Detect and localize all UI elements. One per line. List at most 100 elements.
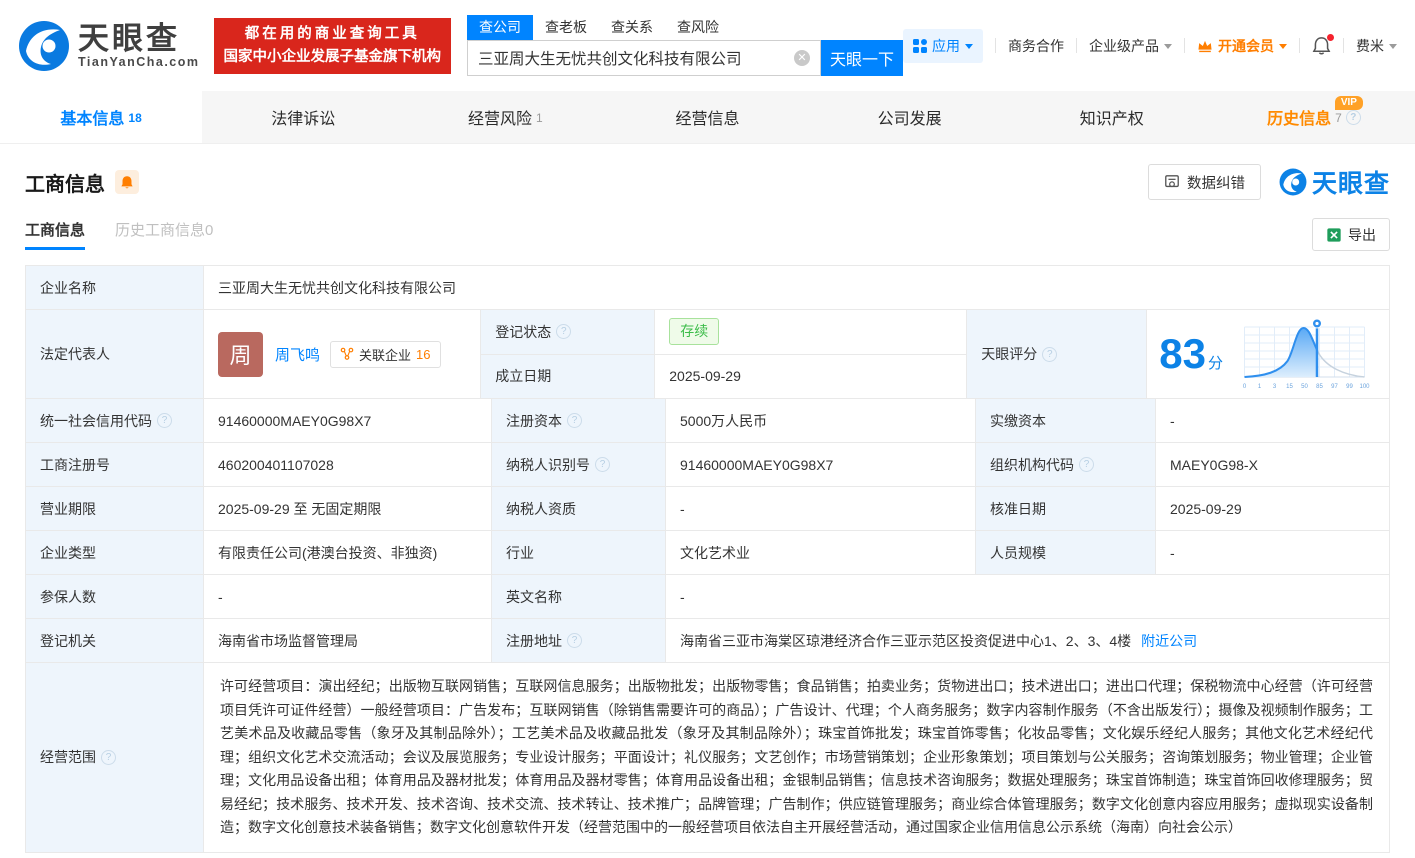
registration-info-table: 企业名称 三亚周大生无忧共创文化科技有限公司 法定代表人 周 周飞鸣 关联企业 …: [25, 265, 1390, 853]
company-type-label: 企业类型: [26, 531, 204, 574]
notifications-bell[interactable]: [1312, 33, 1334, 56]
help-icon[interactable]: [1079, 457, 1094, 472]
help-icon[interactable]: [157, 413, 172, 428]
industry-value: 文化艺术业: [666, 531, 976, 574]
search-area: 查公司 查老板 查关系 查风险 ✕ 天眼一下: [467, 15, 903, 76]
score-value: 83: [1159, 330, 1206, 377]
related-companies-count: 16: [416, 346, 431, 362]
company-name-label: 企业名称: [26, 266, 204, 309]
staff-size-value: -: [1170, 544, 1175, 561]
english-name-label: 英文名称: [492, 575, 666, 618]
score-label: 天眼评分: [967, 310, 1148, 398]
nav-apps[interactable]: 应用: [903, 28, 983, 63]
paid-capital-value: -: [1170, 412, 1175, 429]
chevron-down-icon: [1279, 44, 1287, 49]
insured-count-label: 参保人数: [26, 575, 204, 618]
legal-rep-cell: 周 周飞鸣 关联企业 16: [204, 310, 482, 398]
reg-address-cell: 海南省三亚市海棠区琼港经济合作三亚示范区投资促进中心1、2、3、4楼 附近公司: [666, 619, 1389, 662]
reg-address-value: 海南省三亚市海棠区琼港经济合作三亚示范区投资促进中心1、2、3、4楼: [680, 632, 1132, 649]
search-button[interactable]: 天眼一下: [821, 40, 903, 76]
score-cell: 83 分 0 1 3 15 50 85 97 99 100: [1147, 310, 1389, 398]
establish-date-label: 成立日期: [481, 354, 656, 398]
tab-count: 1: [536, 111, 543, 125]
relation-icon: [340, 347, 354, 360]
nav-enterprise-products[interactable]: 企业级产品: [1089, 36, 1172, 56]
score-distribution-chart[interactable]: 0 1 3 15 50 85 97 99 100: [1237, 317, 1377, 391]
help-icon[interactable]: [567, 633, 582, 648]
brand-name: 天眼查: [78, 20, 180, 56]
divider: [995, 38, 996, 53]
taxpayer-id-label: 纳税人识别号: [492, 443, 666, 486]
search-tab-company[interactable]: 查公司: [467, 15, 533, 40]
company-tab-bar: 基本信息 18 法律诉讼 经营风险 1 经营信息 公司发展 知识产权 历史信息 …: [0, 91, 1415, 144]
user-menu[interactable]: 费米: [1356, 36, 1397, 56]
reg-number-value: 460200401107028: [204, 443, 492, 486]
taxpayer-qualification-value: -: [666, 487, 976, 530]
divider: [1184, 38, 1185, 53]
nearby-companies-link[interactable]: 附近公司: [1141, 631, 1197, 651]
legal-rep-link[interactable]: 周飞鸣: [275, 344, 320, 365]
crown-icon: [1197, 39, 1213, 53]
help-icon[interactable]: [101, 749, 116, 765]
search-tab-boss[interactable]: 查老板: [533, 15, 599, 40]
related-companies-badge[interactable]: 关联企业 16: [330, 340, 441, 368]
export-button[interactable]: 导出: [1312, 218, 1390, 251]
table-row: 营业期限 2025-09-29 至 无固定期限 纳税人资质 - 核准日期 202…: [26, 487, 1389, 531]
brand-slogan: 都在用的商业查询工具 国家中小企业发展子基金旗下机构: [213, 17, 451, 74]
business-term-label: 营业期限: [26, 487, 204, 530]
tab-basic-info[interactable]: 基本信息 18: [0, 91, 203, 143]
taxpayer-qualification-label: 纳税人资质: [492, 487, 666, 530]
nav-open-vip[interactable]: 开通会员: [1197, 36, 1287, 56]
company-type-value: 有限责任公司(港澳台投资、非独资): [204, 531, 492, 574]
data-correction-button[interactable]: 数据纠错: [1147, 164, 1261, 200]
tab-history-info[interactable]: 历史信息 7 VIP: [1213, 91, 1415, 143]
help-icon[interactable]: [595, 457, 610, 472]
reg-address-label: 注册地址: [492, 619, 666, 662]
staff-size-label: 人员规模: [976, 531, 1156, 574]
tab-business-info[interactable]: 经营信息: [606, 91, 808, 143]
org-code-label: 组织机构代码: [976, 443, 1156, 486]
subtab-history-registration[interactable]: 历史工商信息0: [115, 219, 213, 250]
reg-status-cell: 存续: [655, 310, 968, 354]
bell-icon: [121, 175, 133, 188]
slogan-line2: 国家中小企业发展子基金旗下机构: [223, 48, 442, 65]
table-row: 企业类型 有限责任公司(港澳台投资、非独资) 行业 文化艺术业 人员规模 -: [26, 531, 1389, 575]
credit-code-label: 统一社会信用代码: [26, 399, 204, 442]
org-code-value: MAEY0G98-X: [1170, 456, 1258, 473]
help-icon[interactable]: [556, 324, 572, 340]
tianyancha-logo[interactable]: 天眼查 TianYanCha.com: [18, 20, 200, 72]
tab-legal-proceedings[interactable]: 法律诉讼: [202, 91, 404, 143]
company-name-value: 三亚周大生无忧共创文化科技有限公司: [218, 279, 456, 296]
reg-status-label: 登记状态: [481, 310, 656, 354]
svg-text:100: 100: [1359, 384, 1370, 390]
search-box: ✕: [467, 40, 821, 76]
watermark-logo: 天眼查: [1279, 164, 1390, 200]
score-axis-ticks: 0 1 3 15 50 85 97 99 100: [1243, 384, 1370, 390]
help-icon[interactable]: [1042, 346, 1058, 362]
nav-cooperation[interactable]: 商务合作: [1008, 36, 1064, 56]
status-badge: 存续: [669, 318, 720, 346]
table-row: 工商注册号 460200401107028 纳税人识别号 91460000MAE…: [26, 443, 1389, 487]
page-header: 天眼查 TianYanCha.com 都在用的商业查询工具 国家中小企业发展子基…: [0, 0, 1415, 91]
subtab-current-registration[interactable]: 工商信息: [25, 219, 86, 250]
credit-code-value: 91460000MAEY0G98X7: [204, 399, 492, 442]
help-icon[interactable]: [1345, 109, 1361, 125]
tab-intellectual-property[interactable]: 知识产权: [1011, 91, 1213, 143]
help-icon[interactable]: [567, 413, 582, 428]
table-row: 企业名称 三亚周大生无忧共创文化科技有限公司: [26, 266, 1389, 310]
search-tab-relation[interactable]: 查关系: [599, 15, 665, 40]
clear-icon[interactable]: ✕: [794, 50, 810, 66]
business-scope-label: 经营范围: [26, 663, 204, 852]
section-title: 工商信息: [25, 173, 105, 196]
search-input[interactable]: [478, 49, 794, 67]
chevron-down-icon: [965, 44, 973, 49]
subscribe-bell-button[interactable]: [115, 170, 139, 194]
tab-operational-risk[interactable]: 经营风险 1: [404, 91, 606, 143]
business-scope-cell: 许可经营项目：演出经纪；出版物互联网销售；互联网信息服务；出版物批发；出版物零售…: [204, 663, 1389, 852]
tab-company-development[interactable]: 公司发展: [809, 91, 1011, 143]
divider: [1343, 38, 1344, 53]
reg-authority-label: 登记机关: [26, 619, 204, 662]
avatar[interactable]: 周: [218, 331, 263, 377]
svg-text:97: 97: [1331, 384, 1338, 390]
search-tab-risk[interactable]: 查风险: [665, 15, 731, 40]
